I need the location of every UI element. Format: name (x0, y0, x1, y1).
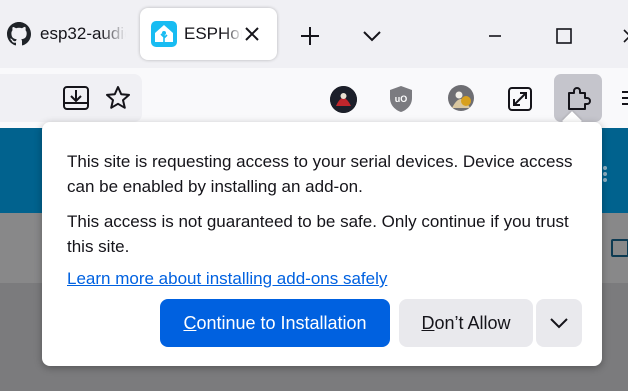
continue-button-label: Continue to Installation (183, 312, 367, 333)
new-tab-icon[interactable] (296, 22, 324, 50)
download-icon[interactable] (60, 83, 92, 113)
tab-strip: esp32-audio ESPHome (0, 0, 628, 68)
tab-title: ESPHome (184, 24, 242, 43)
more-options-icon[interactable] (602, 165, 608, 183)
home-assistant-icon (151, 21, 177, 47)
resize-icon[interactable] (506, 85, 534, 113)
learn-more-link[interactable]: Learn more about installing add-ons safe… (67, 268, 387, 290)
ublock-origin-icon[interactable]: uO (388, 84, 414, 114)
minimize-icon[interactable] (483, 24, 507, 48)
svg-text:uO: uO (395, 94, 408, 104)
bookmark-star-icon[interactable] (103, 83, 133, 113)
page-checkbox[interactable] (611, 239, 628, 257)
profile-avatar[interactable] (330, 86, 357, 113)
extension-character-icon[interactable] (447, 84, 475, 112)
chevron-down-icon[interactable] (358, 24, 386, 48)
continue-installation-button[interactable]: Continue to Installation (160, 299, 390, 347)
tab-github[interactable]: esp32-audio (0, 8, 135, 60)
extensions-puzzle-icon[interactable] (554, 74, 602, 122)
popup-warning: This access is not guaranteed to be safe… (67, 212, 569, 256)
chevron-down-icon (550, 318, 568, 329)
navigation-toolbar: uO (0, 68, 628, 128)
dont-allow-button-label: Don’t Allow (421, 312, 511, 333)
close-icon[interactable] (620, 24, 628, 48)
dont-allow-button[interactable]: Don’t Allow (399, 299, 533, 347)
tab-title: esp32-audio (40, 24, 126, 43)
tab-close-icon[interactable] (241, 23, 263, 45)
menu-icon[interactable] (618, 86, 628, 110)
github-icon (7, 22, 31, 46)
addon-permission-popup: This site is requesting access to your s… (42, 122, 602, 366)
more-actions-dropdown-button[interactable] (536, 299, 582, 347)
maximize-icon[interactable] (552, 24, 576, 48)
tab-esphome[interactable]: ESPHome (140, 8, 277, 60)
popup-message: This site is requesting access to your s… (67, 152, 573, 196)
